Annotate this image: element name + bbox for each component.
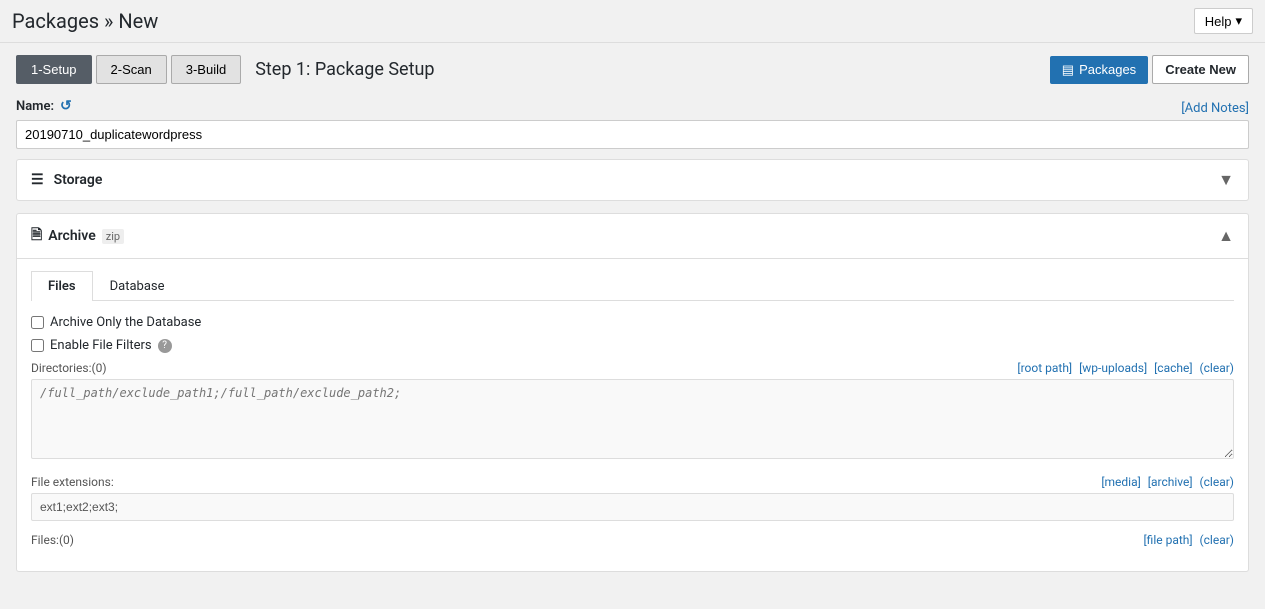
header-actions: ▤ Packages Create New	[1050, 55, 1249, 84]
files-field-group: Files:(0) [file path] (clear)	[31, 533, 1234, 547]
step-build-button[interactable]: 3-Build	[171, 55, 241, 84]
media-link[interactable]: [media]	[1101, 475, 1140, 489]
tab-database[interactable]: Database	[93, 271, 182, 301]
file-path-link[interactable]: [file path]	[1143, 533, 1192, 547]
reset-icon[interactable]: ↺	[60, 98, 72, 114]
create-new-button[interactable]: Create New	[1152, 55, 1249, 84]
help-label: Help	[1205, 14, 1232, 29]
enable-file-filters-row: Enable File Filters ?	[31, 338, 1234, 353]
archive-link[interactable]: [archive]	[1148, 475, 1193, 489]
directories-label: Directories:(0)	[31, 361, 107, 375]
storage-card: ☰ Storage ▼	[16, 159, 1249, 201]
step-title: Step 1: Package Setup	[255, 59, 1050, 80]
file-extensions-label-row: File extensions: [media] [archive] (clea…	[31, 475, 1234, 489]
page-title: Packages » New	[12, 9, 158, 33]
add-notes-link[interactable]: [Add Notes]	[1181, 101, 1249, 116]
files-label-row: Files:(0) [file path] (clear)	[31, 533, 1234, 547]
file-extensions-input[interactable]	[31, 493, 1234, 521]
file-extensions-field-group: File extensions: [media] [archive] (clea…	[31, 475, 1234, 521]
archive-card-header[interactable]: 🗎 Archive zip ▲	[17, 214, 1248, 259]
main-content: 1-Setup 2-Scan 3-Build Step 1: Package S…	[0, 43, 1265, 596]
steps-bar: 1-Setup 2-Scan 3-Build Step 1: Package S…	[16, 55, 1249, 84]
files-clear-link[interactable]: (clear)	[1200, 533, 1234, 547]
zip-label: zip	[102, 229, 124, 244]
help-button[interactable]: Help ▾	[1194, 8, 1253, 34]
packages-icon: ▤	[1062, 62, 1074, 78]
extensions-clear-link[interactable]: (clear)	[1200, 475, 1234, 489]
archive-only-db-label: Archive Only the Database	[50, 315, 201, 330]
archive-chevron-up: ▲	[1218, 226, 1234, 246]
directories-clear-link[interactable]: (clear)	[1200, 361, 1234, 375]
archive-tabs-row: Files Database	[31, 271, 1234, 301]
archive-card-body: Files Database Archive Only the Database…	[17, 259, 1248, 571]
file-extensions-links: [media] [archive] (clear)	[1097, 475, 1234, 489]
archive-file-icon: 🗎	[31, 224, 42, 248]
name-label: Name: ↺	[16, 98, 72, 114]
help-circle-icon[interactable]: ?	[158, 339, 172, 353]
archive-card: 🗎 Archive zip ▲ Files Database Archive O…	[16, 213, 1249, 572]
top-bar: Packages » New Help ▾	[0, 0, 1265, 43]
packages-label: Packages	[1079, 62, 1136, 77]
directories-textarea[interactable]	[31, 379, 1234, 459]
archive-only-db-row: Archive Only the Database	[31, 315, 1234, 330]
help-chevron: ▾	[1235, 13, 1242, 29]
enable-file-filters-label: Enable File Filters	[50, 338, 152, 353]
directories-links: [root path] [wp-uploads] [cache] (clear)	[1013, 361, 1234, 375]
archive-card-title: 🗎 Archive zip	[31, 224, 124, 248]
name-section: Name: ↺ [Add Notes]	[16, 98, 1249, 149]
enable-file-filters-checkbox[interactable]	[31, 339, 44, 352]
step-scan-button[interactable]: 2-Scan	[96, 55, 167, 84]
storage-chevron-down: ▼	[1218, 170, 1234, 190]
directories-field-group: Directories:(0) [root path] [wp-uploads]…	[31, 361, 1234, 463]
files-label: Files:(0)	[31, 533, 74, 547]
storage-icon: ☰	[31, 172, 44, 188]
storage-card-title: ☰ Storage	[31, 172, 102, 188]
file-extensions-label: File extensions:	[31, 475, 114, 489]
root-path-link[interactable]: [root path]	[1017, 361, 1072, 375]
name-input[interactable]	[16, 120, 1249, 149]
cache-link[interactable]: [cache]	[1154, 361, 1192, 375]
files-links: [file path] (clear)	[1139, 533, 1234, 547]
name-top-row: Name: ↺ [Add Notes]	[16, 98, 1249, 118]
storage-card-header[interactable]: ☰ Storage ▼	[17, 160, 1248, 200]
tab-files[interactable]: Files	[31, 271, 93, 301]
wp-uploads-link[interactable]: [wp-uploads]	[1079, 361, 1147, 375]
step-setup-button[interactable]: 1-Setup	[16, 55, 92, 84]
directories-label-row: Directories:(0) [root path] [wp-uploads]…	[31, 361, 1234, 375]
packages-button[interactable]: ▤ Packages	[1050, 56, 1148, 84]
archive-only-db-checkbox[interactable]	[31, 316, 44, 329]
